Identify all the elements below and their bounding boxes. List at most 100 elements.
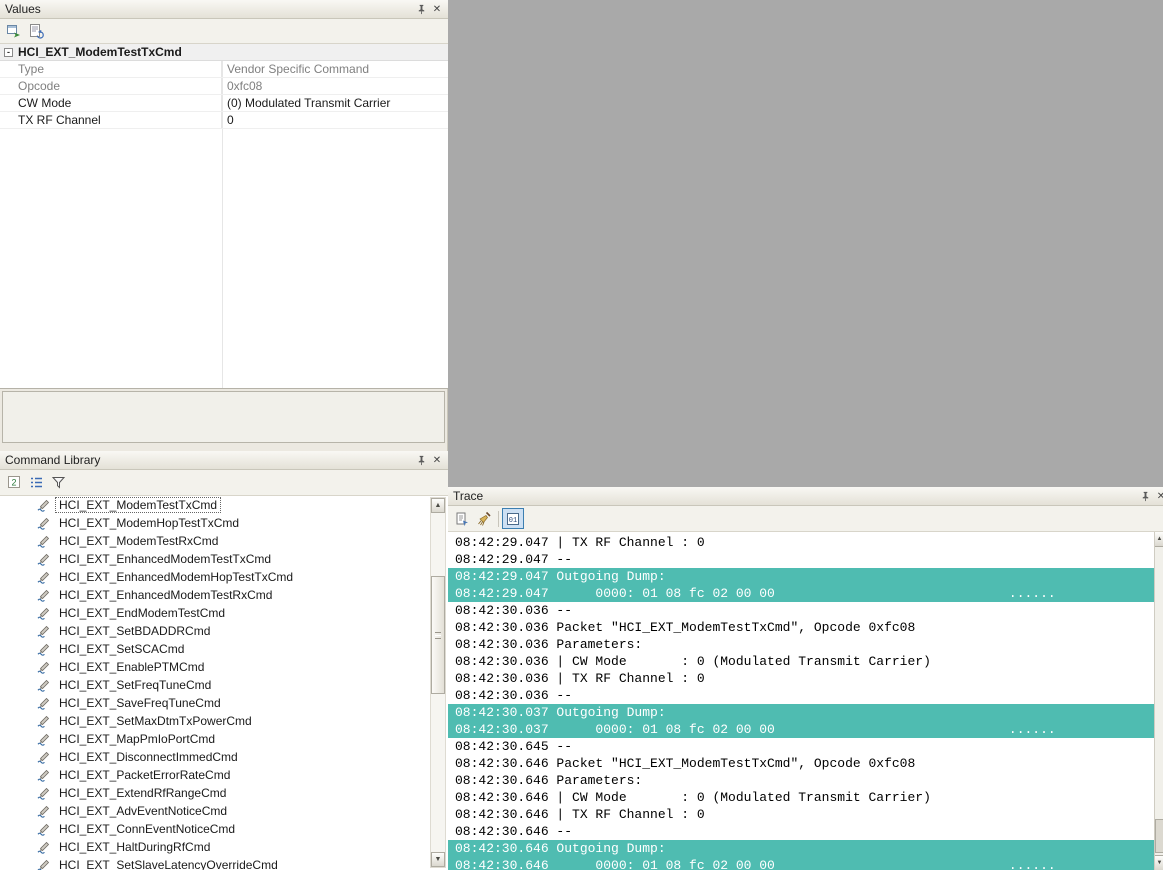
trace-line[interactable]: 08:42:30.036 | TX RF Channel : 0 bbox=[448, 670, 1163, 687]
command-list-scrollbar[interactable]: ▲ ▼ bbox=[430, 497, 446, 868]
command-list-item[interactable]: HCI_EXT_AdvEventNoticeCmd bbox=[0, 802, 448, 820]
command-list-item[interactable]: HCI_EXT_ModemTestTxCmd bbox=[0, 496, 448, 514]
svg-text:01: 01 bbox=[509, 517, 517, 525]
values-pin-icon[interactable] bbox=[413, 2, 429, 17]
command-icon bbox=[36, 858, 51, 870]
property-label: Opcode bbox=[0, 78, 222, 94]
command-icon bbox=[36, 498, 51, 513]
pin-icon bbox=[418, 4, 424, 14]
command-icon bbox=[36, 624, 51, 639]
command-list-item[interactable]: HCI_EXT_ConnEventNoticeCmd bbox=[0, 820, 448, 838]
command-list-item[interactable]: HCI_EXT_EnhancedModemTestRxCmd bbox=[0, 586, 448, 604]
command-icon bbox=[36, 606, 51, 621]
property-row[interactable]: TX RF Channel 0 bbox=[0, 112, 448, 129]
scroll-up-icon[interactable]: ▲ bbox=[1155, 532, 1163, 547]
property-label: CW Mode bbox=[0, 95, 222, 111]
command-list-item[interactable]: HCI_EXT_DisconnectImmedCmd bbox=[0, 748, 448, 766]
trace-line[interactable]: 08:42:30.036 -- bbox=[448, 602, 1163, 619]
property-value[interactable]: 0 bbox=[222, 112, 448, 128]
property-label: TX RF Channel bbox=[0, 112, 222, 128]
trace-content[interactable]: 08:42:29.047 | TX RF Channel : 0 08:42:29… bbox=[448, 532, 1163, 870]
command-icon bbox=[36, 570, 51, 585]
command-library-pin-icon[interactable] bbox=[413, 453, 429, 468]
property-value[interactable]: (0) Modulated Transmit Carrier bbox=[222, 95, 448, 111]
hex-dump-toggle-icon[interactable]: 01 bbox=[502, 508, 524, 529]
trace-line[interactable]: 08:42:30.037 Outgoing Dump: bbox=[448, 704, 1163, 721]
command-label: HCI_EXT_SetBDADDRCmd bbox=[59, 624, 211, 638]
property-row[interactable]: CW Mode (0) Modulated Transmit Carrier bbox=[0, 95, 448, 112]
values-panel-title: Values bbox=[5, 2, 41, 16]
property-value[interactable]: Vendor Specific Command bbox=[222, 61, 448, 77]
trace-line[interactable]: 08:42:30.036 -- bbox=[448, 687, 1163, 704]
property-grid: - HCI_EXT_ModemTestTxCmd Type Vendor Spec… bbox=[0, 44, 448, 389]
reset-values-icon[interactable] bbox=[25, 21, 47, 42]
command-list-item[interactable]: HCI_EXT_SetSCACmd bbox=[0, 640, 448, 658]
command-list-item[interactable]: HCI_EXT_SetSlaveLatencyOverrideCmd bbox=[0, 856, 448, 870]
command-library-close-icon[interactable]: ✕ bbox=[429, 453, 445, 468]
trace-line[interactable]: 08:42:29.047 -- bbox=[448, 551, 1163, 568]
command-icon bbox=[36, 588, 51, 603]
trace-line[interactable]: 08:42:30.646 0000: 01 08 fc 02 00 00 ...… bbox=[448, 857, 1163, 870]
scrollbar-thumb[interactable] bbox=[1155, 819, 1163, 853]
pin-icon bbox=[1142, 491, 1148, 501]
command-list-item[interactable]: HCI_EXT_ModemHopTestTxCmd bbox=[0, 514, 448, 532]
command-label: HCI_EXT_ModemHopTestTxCmd bbox=[59, 516, 240, 530]
trace-line[interactable]: 08:42:29.047 0000: 01 08 fc 02 00 00 ...… bbox=[448, 585, 1163, 602]
command-list-item[interactable]: HCI_EXT_EnablePTMCmd bbox=[0, 658, 448, 676]
trace-line[interactable]: 08:42:30.646 | TX RF Channel : 0 bbox=[448, 806, 1163, 823]
command-list-item[interactable]: HCI_EXT_HaltDuringRfCmd bbox=[0, 838, 448, 856]
collapse-icon[interactable]: - bbox=[4, 47, 13, 57]
command-icon bbox=[36, 804, 51, 819]
copy-trace-icon[interactable] bbox=[451, 508, 473, 529]
trace-line[interactable]: 08:42:30.646 | CW Mode : 0 (Modulated Tr… bbox=[448, 789, 1163, 806]
command-list-item[interactable]: HCI_EXT_PacketErrorRateCmd bbox=[0, 766, 448, 784]
command-list-item[interactable]: HCI_EXT_SaveFreqTuneCmd bbox=[0, 694, 448, 712]
send-command-icon[interactable] bbox=[3, 21, 25, 42]
trace-close-icon[interactable]: ✕ bbox=[1153, 489, 1163, 504]
command-list-item[interactable]: HCI_EXT_SetMaxDtmTxPowerCmd bbox=[0, 712, 448, 730]
filter-icon[interactable] bbox=[47, 472, 69, 493]
trace-line[interactable]: 08:42:30.646 -- bbox=[448, 823, 1163, 840]
clear-trace-icon[interactable] bbox=[473, 508, 495, 529]
trace-line[interactable]: 08:42:30.036 | CW Mode : 0 (Modulated Tr… bbox=[448, 653, 1163, 670]
trace-line[interactable]: 08:42:30.036 Packet "HCI_EXT_ModemTestTx… bbox=[448, 619, 1163, 636]
trace-line[interactable]: 08:42:29.047 Outgoing Dump: bbox=[448, 568, 1163, 585]
trace-line[interactable]: 08:42:30.646 Parameters: bbox=[448, 772, 1163, 789]
trace-panel-title: Trace bbox=[453, 489, 484, 503]
property-row[interactable]: Type Vendor Specific Command bbox=[0, 61, 448, 78]
trace-line[interactable]: 08:42:30.036 Parameters: bbox=[448, 636, 1163, 653]
trace-toolbar: 01 bbox=[448, 506, 1163, 532]
scrollbar-thumb[interactable] bbox=[431, 576, 445, 694]
sort-mode-icon[interactable]: 2 bbox=[3, 472, 25, 493]
trace-scrollbar[interactable]: ▲ ▼ bbox=[1154, 532, 1163, 870]
command-icon bbox=[36, 534, 51, 549]
trace-line[interactable]: 08:42:30.037 0000: 01 08 fc 02 00 00 ...… bbox=[448, 721, 1163, 738]
command-list-item[interactable]: HCI_EXT_MapPmIoPortCmd bbox=[0, 730, 448, 748]
trace-line[interactable]: 08:42:30.646 Outgoing Dump: bbox=[448, 840, 1163, 857]
command-list-item[interactable]: HCI_EXT_SetFreqTuneCmd bbox=[0, 676, 448, 694]
trace-pin-icon[interactable] bbox=[1137, 489, 1153, 504]
command-list-item[interactable]: HCI_EXT_SetBDADDRCmd bbox=[0, 622, 448, 640]
command-list-item[interactable]: HCI_EXT_ModemTestRxCmd bbox=[0, 532, 448, 550]
command-label: HCI_EXT_SetSlaveLatencyOverrideCmd bbox=[59, 858, 278, 870]
property-value[interactable]: 0xfc08 bbox=[222, 78, 448, 94]
command-list-item[interactable]: HCI_EXT_EndModemTestCmd bbox=[0, 604, 448, 622]
command-label: HCI_EXT_ModemTestRxCmd bbox=[59, 534, 219, 548]
property-grid-title: HCI_EXT_ModemTestTxCmd bbox=[18, 45, 182, 59]
trace-line[interactable]: 08:42:29.047 | TX RF Channel : 0 bbox=[448, 534, 1163, 551]
trace-line[interactable]: 08:42:30.646 Packet "HCI_EXT_ModemTestTx… bbox=[448, 755, 1163, 772]
command-list-item[interactable]: HCI_EXT_EnhancedModemHopTestTxCmd bbox=[0, 568, 448, 586]
command-label: HCI_EXT_EnhancedModemTestTxCmd bbox=[59, 552, 272, 566]
scroll-down-icon[interactable]: ▼ bbox=[431, 852, 445, 867]
scroll-up-icon[interactable]: ▲ bbox=[431, 498, 445, 513]
trace-line[interactable]: 08:42:30.645 -- bbox=[448, 738, 1163, 755]
command-label: HCI_EXT_EnhancedModemTestRxCmd bbox=[59, 588, 273, 602]
property-row[interactable]: Opcode 0xfc08 bbox=[0, 78, 448, 95]
scroll-down-icon[interactable]: ▼ bbox=[1155, 855, 1163, 870]
command-label: HCI_EXT_SetFreqTuneCmd bbox=[59, 678, 212, 692]
property-grid-header[interactable]: - HCI_EXT_ModemTestTxCmd bbox=[0, 44, 448, 61]
list-view-icon[interactable] bbox=[25, 472, 47, 493]
command-list-item[interactable]: HCI_EXT_ExtendRfRangeCmd bbox=[0, 784, 448, 802]
command-list-item[interactable]: HCI_EXT_EnhancedModemTestTxCmd bbox=[0, 550, 448, 568]
values-close-icon[interactable]: ✕ bbox=[429, 2, 445, 17]
